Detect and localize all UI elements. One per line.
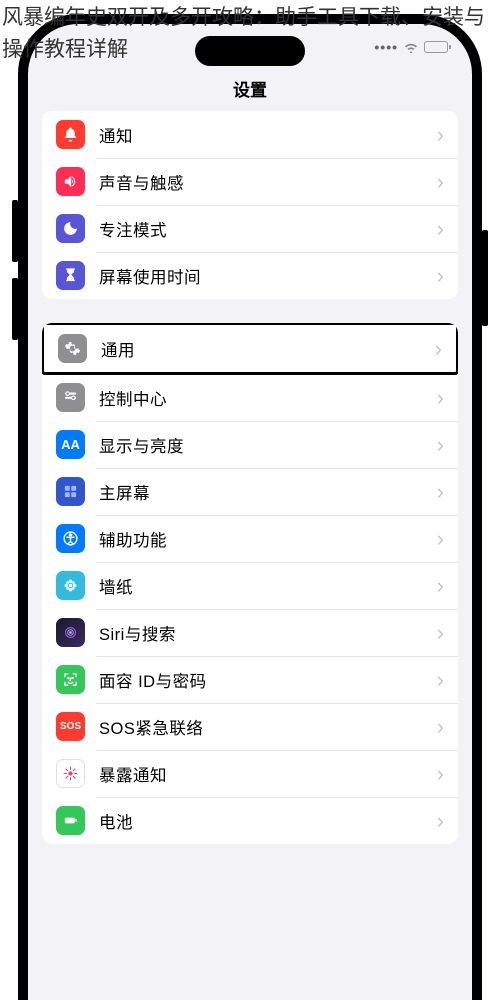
row-label: 主屏幕 — [99, 480, 431, 504]
moon-icon — [56, 214, 85, 243]
chevron-right-icon: › — [437, 216, 444, 242]
status-bar: •••• — [28, 24, 472, 70]
row-wallpaper[interactable]: 墙纸 › — [42, 562, 458, 609]
flower-icon — [56, 571, 85, 600]
row-faceid[interactable]: 面容 ID与密码 › — [42, 656, 458, 703]
row-home-screen[interactable]: 主屏幕 › — [42, 468, 458, 515]
chevron-right-icon: › — [437, 385, 444, 411]
speaker-icon — [56, 167, 85, 196]
volume-down-button — [12, 278, 18, 340]
face-icon — [56, 665, 85, 694]
volume-up-button — [12, 200, 18, 262]
sliders-icon — [56, 383, 85, 412]
display-icon: AA — [56, 430, 85, 459]
row-label: 专注模式 — [99, 217, 431, 241]
accessibility-icon — [56, 524, 85, 553]
status-indicators: •••• — [374, 39, 448, 55]
row-accessibility[interactable]: 辅助功能 › — [42, 515, 458, 562]
row-label: 控制中心 — [99, 386, 431, 410]
row-label: 面容 ID与密码 — [99, 668, 431, 692]
row-label: 声音与触感 — [99, 170, 431, 194]
chevron-right-icon: › — [437, 169, 444, 195]
badge-text: AA — [61, 437, 80, 452]
row-label: 辅助功能 — [99, 527, 431, 551]
row-label: SOS紧急联络 — [99, 715, 431, 739]
chevron-right-icon: › — [437, 432, 444, 458]
dynamic-island — [195, 36, 305, 66]
row-screentime[interactable]: 屏幕使用时间 › — [42, 252, 458, 299]
chevron-right-icon: › — [437, 479, 444, 505]
gear-icon — [58, 334, 87, 363]
row-label: 通用 — [101, 337, 429, 361]
wifi-icon — [403, 41, 419, 53]
badge-text: SOS — [60, 721, 81, 732]
chevron-right-icon: › — [437, 667, 444, 693]
row-sos[interactable]: SOS SOS紧急联络 › — [42, 703, 458, 750]
bell-icon — [56, 120, 85, 149]
row-siri[interactable]: Siri与搜索 › — [42, 609, 458, 656]
chevron-right-icon: › — [437, 263, 444, 289]
phone-frame: •••• 设置 通知 › 声音与触感 › — [18, 14, 482, 1000]
chevron-right-icon: › — [437, 122, 444, 148]
exposure-icon — [56, 759, 85, 788]
row-label: 显示与亮度 — [99, 433, 431, 457]
chevron-right-icon: › — [437, 808, 444, 834]
row-label: 屏幕使用时间 — [99, 264, 431, 288]
chevron-right-icon: › — [437, 620, 444, 646]
row-control-center[interactable]: 控制中心 › — [42, 374, 458, 421]
page-title: 设置 — [28, 70, 472, 111]
row-display[interactable]: AA 显示与亮度 › — [42, 421, 458, 468]
grid-icon — [56, 477, 85, 506]
row-exposure[interactable]: 暴露通知 › — [42, 750, 458, 797]
siri-icon — [56, 618, 85, 647]
cellular-icon: •••• — [374, 39, 398, 55]
row-label: 墙纸 — [99, 574, 431, 598]
row-label: 通知 — [99, 123, 431, 147]
row-general[interactable]: 通用 › — [42, 323, 458, 375]
row-label: 电池 — [99, 809, 431, 833]
battery-icon — [56, 806, 85, 835]
hourglass-icon — [56, 261, 85, 290]
row-sound[interactable]: 声音与触感 › — [42, 158, 458, 205]
chevron-right-icon: › — [437, 573, 444, 599]
settings-group-1: 通知 › 声音与触感 › 专注模式 › 屏幕使 — [42, 111, 458, 299]
row-label: Siri与搜索 — [99, 621, 431, 645]
chevron-right-icon: › — [437, 761, 444, 787]
sos-icon: SOS — [56, 712, 85, 741]
battery-icon — [424, 41, 448, 53]
row-focus[interactable]: 专注模式 › — [42, 205, 458, 252]
row-label: 暴露通知 — [99, 762, 431, 786]
settings-group-2: 通用 › 控制中心 › AA 显示与亮度 › 主 — [42, 323, 458, 844]
power-button — [482, 230, 488, 326]
row-battery[interactable]: 电池 › — [42, 797, 458, 844]
chevron-right-icon: › — [435, 336, 442, 362]
chevron-right-icon: › — [437, 714, 444, 740]
row-notifications[interactable]: 通知 › — [42, 111, 458, 158]
chevron-right-icon: › — [437, 526, 444, 552]
